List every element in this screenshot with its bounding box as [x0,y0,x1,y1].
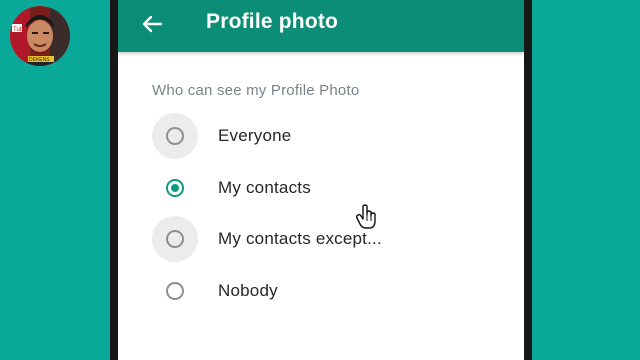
radio-halo [152,216,198,262]
radio-halo [152,113,198,159]
arrow-left-icon [142,15,163,33]
page-title: Profile photo [206,10,339,33]
option-my-contacts-except[interactable]: My contacts except... [152,215,512,263]
app-bar: Profile photo [118,0,524,52]
radio-button-my-contacts-except[interactable] [166,230,184,248]
option-everyone[interactable]: Everyone [152,112,512,160]
option-label-my-contacts-except: My contacts except... [218,229,382,248]
hand-cursor-icon [356,204,376,229]
radio-button-my-contacts[interactable] [166,179,184,197]
option-label-everyone: Everyone [218,126,292,145]
svg-text:DEKENS: DEKENS [29,57,50,63]
settings-screen: Profile photo Who can see my Profile Pho… [118,0,524,360]
back-button[interactable] [134,8,170,40]
radio-button-nobody[interactable] [166,282,184,300]
radio-button-everyone[interactable] [166,127,184,145]
option-my-contacts[interactable]: My contacts [152,164,512,212]
avatar-photo-icon: Tube DEKENS [10,6,70,66]
option-nobody[interactable]: Nobody [152,267,512,315]
section-label: Who can see my Profile Photo [152,82,360,99]
radio-holder [152,268,198,314]
radio-holder [152,165,198,211]
channel-avatar: Tube DEKENS [10,6,70,66]
option-label-my-contacts: My contacts [218,178,311,197]
svg-text:Tube: Tube [13,27,27,33]
option-label-nobody: Nobody [218,281,278,300]
phone-frame: Profile photo Who can see my Profile Pho… [110,0,532,360]
